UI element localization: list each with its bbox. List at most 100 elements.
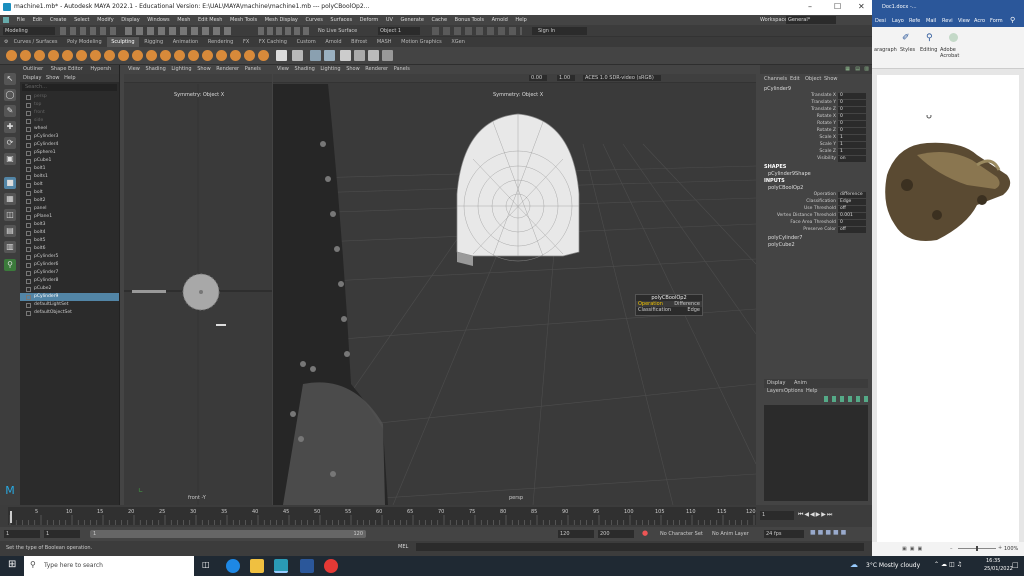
maya-taskbar-icon[interactable] — [274, 559, 288, 573]
shelf-tab-poly-modeling[interactable]: Poly Modeling — [63, 37, 106, 47]
shelf-tab-custom[interactable]: Custom — [293, 37, 320, 47]
menu-bonus-tools[interactable]: Bonus Tools — [455, 15, 484, 25]
shelf-tab-xgen[interactable]: XGen — [447, 37, 469, 47]
menu-windows[interactable]: Windows — [147, 15, 169, 25]
render-tools-icons[interactable] — [432, 27, 522, 35]
minimize-button[interactable]: – — [808, 2, 812, 11]
menu-file[interactable]: File — [17, 15, 25, 25]
word-tab[interactable]: Desi — [875, 18, 886, 24]
freeze-tool-icon[interactable] — [244, 50, 255, 61]
shelf-tab-fx[interactable]: FX — [239, 37, 253, 47]
view-mode-icons[interactable]: ▣▣▣ — [902, 546, 925, 552]
scrape-tool-icon[interactable] — [160, 50, 171, 61]
convert-freeze-icon[interactable] — [258, 50, 269, 61]
mesh-tool-2-icon[interactable] — [354, 50, 365, 61]
vp-menu-shading[interactable]: Shading — [145, 65, 165, 74]
word-tab[interactable]: Layo — [892, 18, 904, 24]
word-tab[interactable]: Acro — [974, 18, 985, 24]
outliner-menu-show[interactable]: Show — [46, 74, 60, 82]
outliner-item[interactable]: bolt2 — [20, 197, 119, 205]
single-view-icon[interactable]: ■ — [4, 177, 16, 189]
input-name[interactable]: polyCube2 — [768, 242, 795, 248]
smooth-tool-icon[interactable] — [20, 50, 31, 61]
edge-icon[interactable] — [226, 559, 240, 573]
system-tray-icons[interactable]: ⌃☁◫♫ — [934, 561, 964, 568]
foamy-tool-icon[interactable] — [90, 50, 101, 61]
viewport-toolbar[interactable] — [124, 74, 272, 83]
shelf-tab-fx-caching[interactable]: FX Caching — [255, 37, 291, 47]
sculpt-tool-icon[interactable] — [6, 50, 17, 61]
menu-select[interactable]: Select — [74, 15, 89, 25]
select-tool-icon[interactable]: ↖ — [4, 73, 16, 85]
attribute-editor-icon[interactable]: ▤ — [855, 66, 860, 72]
outliner-item[interactable]: defaultObjectSet — [20, 309, 119, 317]
scale-tool-icon[interactable]: ▣ — [4, 153, 16, 165]
popup-row-value[interactable]: Edge — [687, 307, 700, 313]
outliner-item[interactable]: pCube1 — [20, 157, 119, 165]
attr-row[interactable]: Rotate Z0 — [760, 128, 872, 134]
outliner-menu-help[interactable]: Help — [64, 74, 75, 82]
outliner-item[interactable]: pCylinder4 — [20, 141, 119, 149]
range-start-field[interactable]: 1 — [44, 530, 80, 538]
spray-tool-icon[interactable] — [104, 50, 115, 61]
character-set-icon[interactable]: ● — [642, 529, 648, 537]
outliner-item[interactable]: pCylinder8 — [20, 277, 119, 285]
tool-settings-icon[interactable]: ▥ — [864, 66, 869, 72]
playback-controls[interactable]: ⏮◀◀▶▶⏭ — [798, 511, 833, 519]
flatten-tool-icon[interactable] — [76, 50, 87, 61]
mask-icon[interactable] — [276, 50, 287, 61]
weather-icon[interactable]: ☁ — [850, 560, 858, 569]
shelf-tab-bifrost[interactable]: Bifrost — [347, 37, 371, 47]
move-tool-icon[interactable]: ✚ — [4, 121, 16, 133]
fps-dropdown[interactable]: 24 fps — [764, 530, 804, 538]
outliner-search-input[interactable]: Search... — [22, 84, 117, 91]
menu-display[interactable]: Display — [121, 15, 139, 25]
menu-deform[interactable]: Deform — [360, 15, 379, 25]
shelf-tab-curves[interactable]: Curves / Surfaces — [10, 37, 62, 47]
vp-menu-show[interactable]: Show — [197, 65, 211, 74]
sign-in-button[interactable]: Sign In — [532, 27, 587, 35]
shelf-tab-rigging[interactable]: Rigging — [140, 37, 167, 47]
file-explorer-icon[interactable] — [250, 559, 264, 573]
latch-image[interactable] — [877, 115, 1019, 245]
taskbar-search-box[interactable]: ⚲ Type here to search — [24, 556, 194, 576]
vp-menu-view[interactable]: View — [277, 65, 289, 74]
acrobat-icon[interactable] — [949, 33, 958, 42]
shelf-tab-animation[interactable]: Animation — [169, 37, 203, 47]
viewport-toolbar[interactable]: 0.00 1.00 ACES 1.0 SDR-video (sRGB) — [273, 74, 756, 83]
character-set-dropdown[interactable]: No Character Set — [660, 530, 710, 538]
wax-tool-icon[interactable] — [146, 50, 157, 61]
anim-layer-dropdown[interactable]: No Anim Layer — [712, 530, 760, 538]
mesh-tool-icon[interactable] — [340, 50, 351, 61]
outliner-item[interactable]: bolt — [20, 189, 119, 197]
imprint-tool-icon[interactable] — [132, 50, 143, 61]
menu-modify[interactable]: Modify — [97, 15, 114, 25]
vp-menu-renderer[interactable]: Renderer — [365, 65, 388, 74]
outliner-item[interactable]: bolt5 — [20, 237, 119, 245]
attr-row[interactable]: Use Threshold off — [760, 206, 872, 212]
outliner-item[interactable]: side — [20, 117, 119, 125]
attr-row[interactable]: Scale Z1 — [760, 149, 872, 155]
menu-help[interactable]: Help — [515, 15, 526, 25]
word-tab[interactable]: View — [958, 18, 970, 24]
attr-row[interactable]: Rotate X0 — [760, 114, 872, 120]
outliner-item[interactable]: pPlane1 — [20, 213, 119, 221]
four-view-icon[interactable]: ▦ — [4, 193, 16, 205]
start-button-icon[interactable]: ⊞ — [8, 559, 16, 570]
menu-generate[interactable]: Generate — [401, 15, 424, 25]
outliner-item[interactable]: bolt1 — [20, 165, 119, 173]
outliner-item[interactable]: pCube2 — [20, 285, 119, 293]
shelf-tab-motion-graphics[interactable]: Motion Graphics — [397, 37, 446, 47]
menu-mesh[interactable]: Mesh — [177, 15, 190, 25]
menu-curves[interactable]: Curves — [305, 15, 322, 25]
zoom-slider-thumb[interactable] — [976, 546, 978, 551]
playhead[interactable] — [10, 511, 12, 523]
vp-menu-renderer[interactable]: Renderer — [216, 65, 239, 74]
command-input[interactable] — [416, 543, 864, 551]
side-by-side-icon[interactable]: ◫ — [4, 209, 16, 221]
styles-icon[interactable]: ✐ — [902, 33, 910, 43]
time-slider[interactable]: 5 10 15 20 25 30 35 40 45 50 55 60 65 70… — [0, 505, 872, 527]
layer-buttons[interactable] — [824, 396, 868, 402]
attr-row[interactable]: Translate Y0 — [760, 100, 872, 106]
attr-row[interactable]: Vertex Distance Threshold 0.001 — [760, 213, 872, 219]
